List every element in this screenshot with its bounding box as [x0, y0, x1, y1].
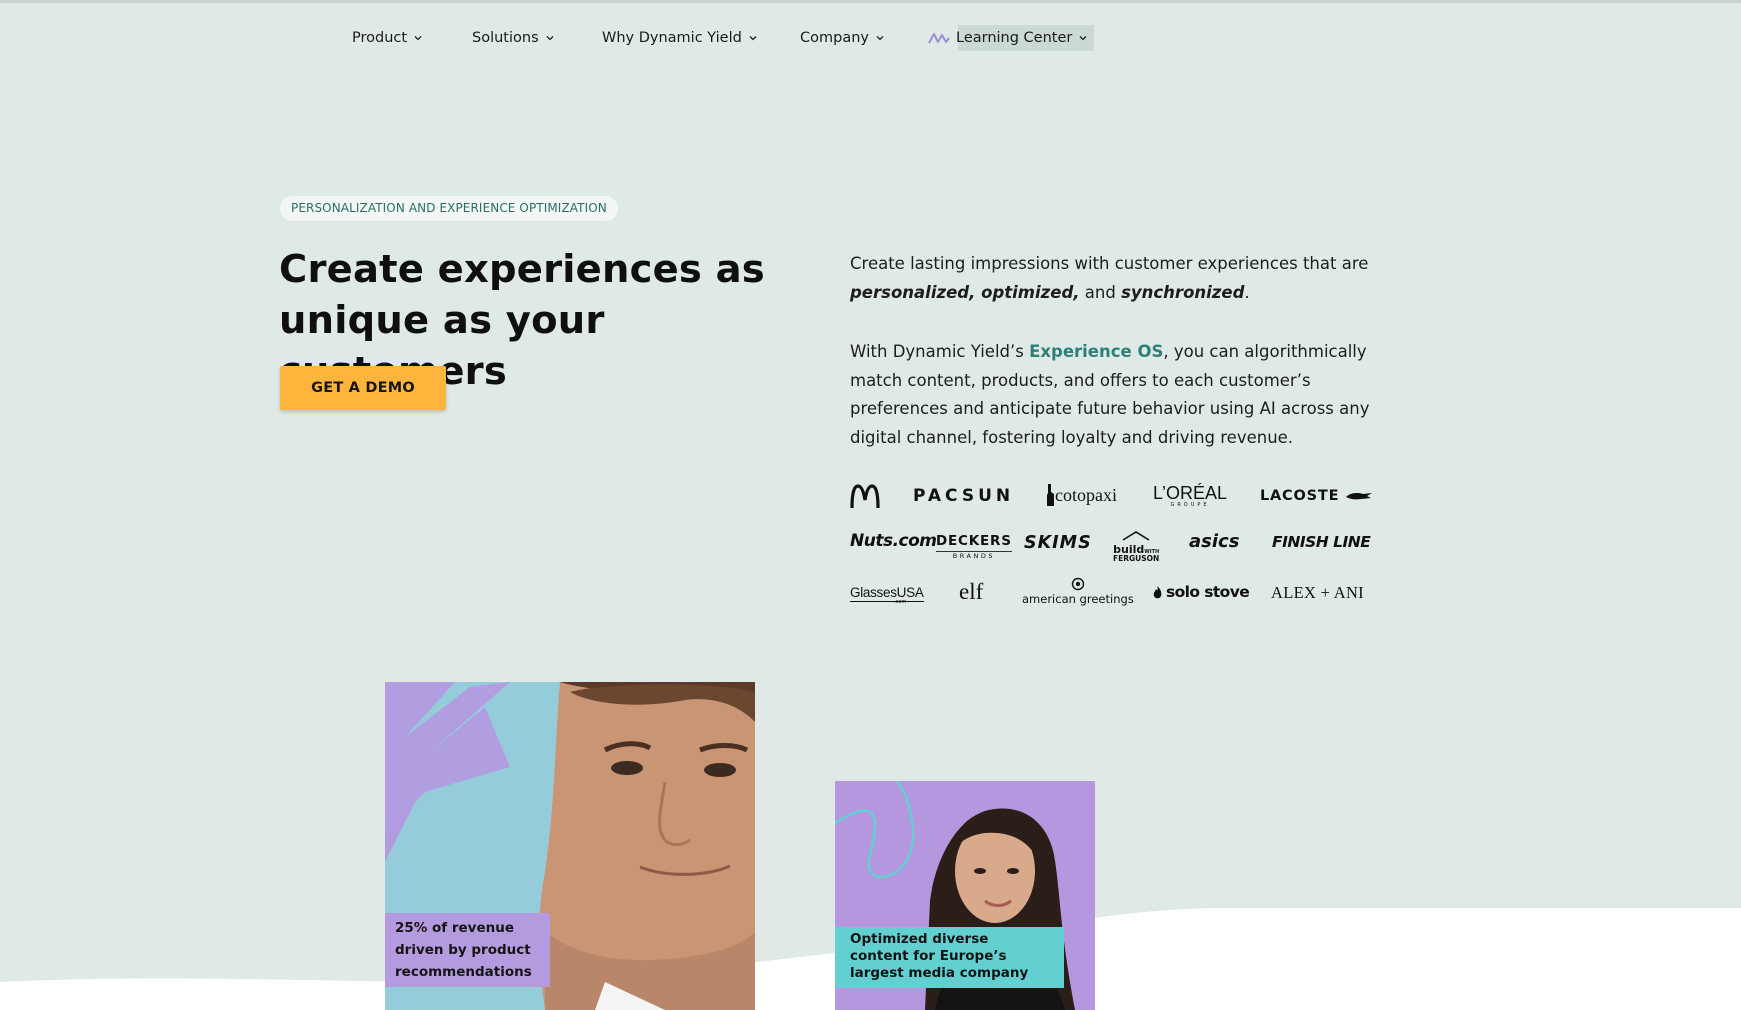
logo-nuts: Nuts.com: [850, 531, 937, 551]
logo-lacoste-text: LACOSTE: [1260, 488, 1340, 504]
chevron-down-icon: [546, 36, 554, 41]
logo-deckers-text: DECKERS: [936, 533, 1012, 549]
house-roof-icon: [1122, 531, 1150, 541]
chevron-down-icon: [749, 36, 757, 41]
logo-american-greetings-text: american greetings: [1022, 592, 1134, 606]
nav-product[interactable]: Product: [352, 22, 423, 54]
logo-pacsun: PACSUN: [913, 486, 1015, 506]
logo-loreal-text: L’ORÉAL: [1153, 483, 1228, 503]
learning-center-logo-icon: [928, 33, 950, 44]
get-a-demo-button[interactable]: GET A DEMO: [280, 366, 446, 410]
logo-solo-stove: solo stove: [1152, 583, 1250, 601]
nav-product-label: Product: [352, 30, 408, 46]
stat-tag-recommendations: 25% of revenue driven by product recomme…: [385, 913, 550, 987]
logo-american-greetings: american greetings: [1022, 577, 1134, 606]
rose-icon: [1071, 577, 1085, 591]
chevron-down-icon: [1079, 36, 1087, 41]
logo-lacoste: LACOSTE: [1260, 489, 1373, 504]
llama-icon: [1047, 484, 1054, 506]
stat-tag-media-company: Optimized diverse content for Europe’s l…: [835, 927, 1064, 988]
top-border: [0, 0, 1741, 3]
main-nav: Product Solutions Why Dynamic Yield Comp…: [0, 22, 1741, 54]
logo-skims: SKIMS: [1024, 533, 1092, 553]
logo-ferguson-text: FERGUSON: [1113, 554, 1160, 563]
logo-deckers-sub: BRANDS: [936, 550, 1012, 560]
logo-deckers: DECKERS BRANDS: [936, 533, 1012, 560]
nav-learning-center[interactable]: Learning Center: [928, 25, 1095, 51]
logo-glassesusa-text: GlassesUSA: [850, 585, 924, 602]
mcdonalds-arches-icon: [850, 484, 880, 509]
category-badge: PERSONALIZATION AND EXPERIENCE OPTIMIZAT…: [280, 196, 618, 221]
description-text-a: With Dynamic Yield’s: [850, 342, 1030, 361]
logo-mcdonalds: [850, 484, 880, 509]
logo-glassesusa: GlassesUSA .com: [850, 584, 924, 605]
logo-asics: asics: [1189, 531, 1240, 552]
nav-solutions[interactable]: Solutions: [472, 22, 555, 54]
intro-emphasis-1: personalized, optimized,: [850, 282, 1080, 302]
nav-learning-center-label: Learning Center: [956, 30, 1073, 46]
chevron-down-icon: [414, 36, 422, 41]
chevron-down-icon: [876, 36, 884, 41]
logo-loreal: L’ORÉAL GROUPE: [1153, 484, 1227, 508]
intro-emphasis-2: synchronized: [1121, 282, 1245, 302]
description-paragraph: With Dynamic Yield’s Experience OS, you …: [850, 338, 1370, 452]
logo-cotopaxi-text: cotopaxi: [1055, 485, 1117, 505]
experience-os-link[interactable]: Experience OS: [1029, 342, 1163, 361]
logo-alex-and-ani: ALEX + ANI: [1271, 583, 1364, 602]
logo-loreal-sub: GROUPE: [1170, 502, 1210, 508]
nav-company[interactable]: Company: [800, 22, 885, 54]
logo-build-with-ferguson: buildWITH FERGUSON: [1113, 528, 1159, 563]
nav-why-label: Why Dynamic Yield: [602, 30, 742, 46]
logo-elf: elf: [959, 579, 984, 604]
logo-solo-stove-text: solo stove: [1166, 583, 1250, 601]
nav-solutions-label: Solutions: [472, 30, 539, 46]
logo-cotopaxi: cotopaxi: [1045, 483, 1117, 507]
intro-text-a: Create lasting impressions with customer…: [850, 254, 1369, 273]
flame-icon: [1153, 586, 1162, 599]
intro-paragraph: Create lasting impressions with customer…: [850, 250, 1370, 307]
hero-headline-line1: Create experiences as: [279, 247, 765, 292]
nav-why-dynamic-yield[interactable]: Why Dynamic Yield: [602, 22, 758, 54]
intro-text-b: and: [1079, 282, 1122, 302]
logo-finish-line: FINISH LINE: [1272, 533, 1371, 551]
intro-text-c: .: [1244, 282, 1250, 302]
nav-company-label: Company: [800, 30, 869, 46]
crocodile-icon: [1346, 493, 1373, 500]
